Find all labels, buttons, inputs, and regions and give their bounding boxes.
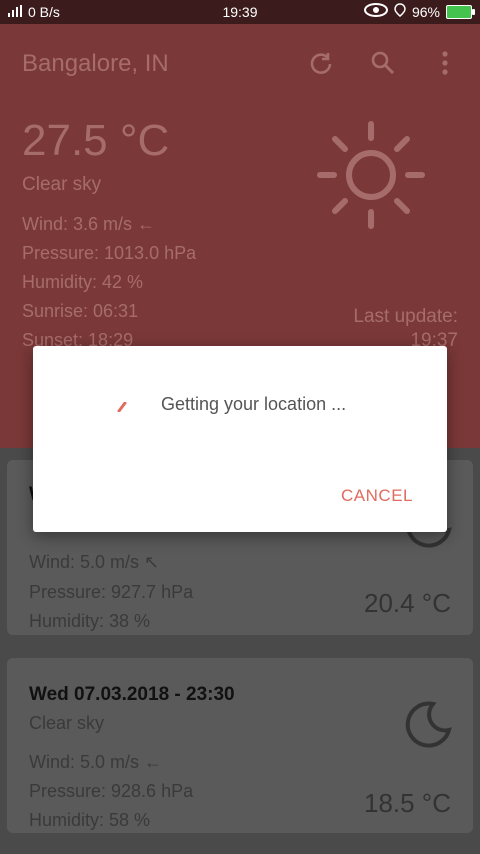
toolbar-actions	[304, 46, 462, 80]
search-icon[interactable]	[366, 46, 400, 80]
battery-icon	[446, 4, 475, 19]
forecast-date: Wed 07.03.2018 - 23:30	[29, 684, 235, 705]
moon-icon	[405, 701, 452, 748]
forecast-humidity: Humidity: 38 %	[29, 611, 151, 631]
refresh-icon[interactable]	[304, 46, 338, 80]
current-wind: Wind: 3.6 m/s ←	[22, 214, 156, 234]
more-vert-icon[interactable]	[428, 46, 462, 80]
location-pin-icon	[394, 3, 406, 20]
eye-icon	[363, 3, 388, 20]
current-temperature: 27.5 °C	[22, 116, 170, 165]
forecast-card[interactable]: Wed 07.03.2018 - 23:30 Clear sky Wind: 5…	[7, 658, 473, 833]
forecast-pressure: Pressure: 927.7 hPa	[29, 582, 194, 602]
forecast-temperature: 18.5 °C	[363, 788, 451, 818]
current-humidity: Humidity: 42 %	[22, 272, 144, 292]
current-description: Clear sky	[22, 174, 102, 195]
sun-icon	[317, 121, 425, 229]
forecast-pressure: Pressure: 928.6 hPa	[29, 781, 194, 801]
cancel-button[interactable]: CANCEL	[341, 486, 413, 506]
forecast-description: Clear sky	[29, 713, 105, 733]
forecast-wind: Wind: 5.0 m/s ↖	[29, 552, 160, 572]
city-title: Bangalore, IN	[22, 50, 169, 77]
battery-percent: 96%	[411, 3, 440, 20]
dialog-message: Getting your location ...	[161, 394, 347, 414]
forecast-wind: Wind: 5.0 m/s ←	[29, 752, 163, 772]
current-sunrise: Sunrise: 06:31	[22, 301, 139, 321]
forecast-humidity: Humidity: 58 %	[29, 810, 151, 830]
current-pressure: Pressure: 1013.0 hPa	[22, 243, 197, 263]
status-bar: 0 B/s 19:39 96%	[0, 0, 480, 24]
last-update-label: Last update:	[353, 306, 458, 327]
loading-spinner-icon	[117, 402, 127, 412]
status-right: 96%	[363, 3, 475, 20]
forecast-temperature: 20.4 °C	[363, 588, 451, 618]
location-dialog: Getting your location ... CANCEL	[33, 346, 447, 532]
